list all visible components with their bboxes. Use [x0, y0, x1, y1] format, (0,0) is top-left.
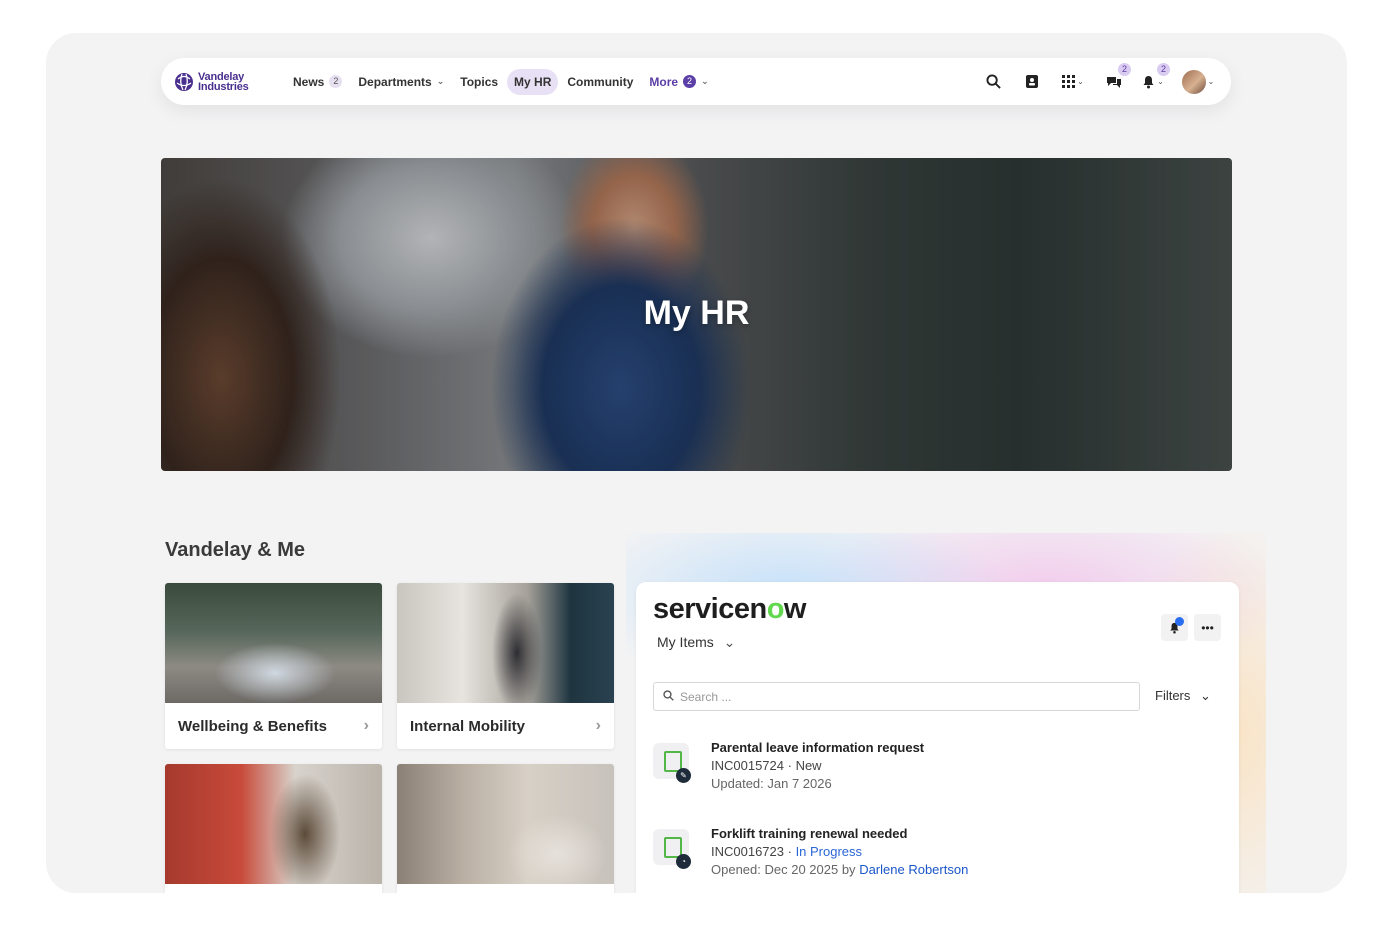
- nav-actions: ⌄ 2 ⌄ 2 ⌄: [982, 58, 1231, 105]
- filters-button[interactable]: Filters ⌄: [1155, 688, 1211, 704]
- nav-item-label: Community: [567, 74, 634, 89]
- nav-item-topics[interactable]: Topics: [453, 69, 505, 95]
- item-title: Parental leave information request: [711, 740, 925, 755]
- nav-item-label: Departments: [358, 74, 432, 89]
- card-image: [397, 583, 614, 703]
- chevron-down-icon: ⌄: [436, 76, 445, 86]
- chevron-down-icon: ⌄: [1077, 77, 1084, 86]
- item-person-link[interactable]: Darlene Robertson: [859, 862, 968, 877]
- item-status: New: [795, 758, 822, 773]
- request-icon: ◔: [653, 829, 691, 869]
- top-navigation: Vandelay Industries News 2 Departments ⌄…: [161, 58, 1231, 105]
- filters-label: Filters: [1155, 688, 1191, 703]
- card-label-row: Internal Mobility ›: [397, 703, 614, 749]
- search-icon: [663, 689, 674, 704]
- item-meta-prefix: Opened: Dec 20 2025 by: [711, 862, 856, 877]
- more-options-button[interactable]: •••: [1194, 614, 1221, 641]
- logo-text-part: w: [783, 593, 807, 625]
- page-frame: Vandelay Industries News 2 Departments ⌄…: [46, 33, 1347, 893]
- card-internal-mobility[interactable]: Internal Mobility ›: [397, 583, 614, 749]
- more-count-badge: 2: [683, 75, 697, 88]
- card-wellbeing-benefits[interactable]: Wellbeing & Benefits ›: [165, 583, 382, 749]
- chevron-down-icon: ⌄: [1207, 77, 1215, 86]
- contacts-button[interactable]: [1021, 71, 1043, 93]
- card-label-row: Wellbeing & Benefits ›: [165, 703, 382, 749]
- search-button[interactable]: [982, 71, 1004, 93]
- nav-item-label: News: [293, 74, 325, 89]
- edit-icon: ✎: [676, 768, 691, 783]
- servicenow-logo: servicenow: [653, 593, 806, 626]
- ellipsis-icon: •••: [1201, 620, 1214, 635]
- contact-book-icon: [1026, 75, 1038, 88]
- notification-count-badge: 2: [1157, 62, 1170, 76]
- request-icon: ✎: [653, 743, 691, 783]
- widget-actions: •••: [1155, 614, 1221, 641]
- grid-icon: [1062, 75, 1076, 88]
- logo-text-part: o: [766, 593, 785, 625]
- news-count-badge: 2: [329, 75, 343, 88]
- logo-line-2: Industries: [198, 80, 249, 93]
- logo-globe-icon: [175, 72, 193, 91]
- dropdown-label: My Items: [657, 634, 714, 650]
- item-title: Forklift training renewal needed: [711, 826, 908, 841]
- servicenow-widget: servicenow My Items ⌄ ••• Search ... Fil…: [636, 582, 1239, 893]
- nav-item-label: More: [649, 74, 679, 89]
- section-title: Vandelay & Me: [165, 539, 306, 561]
- item-text: Parental leave information request INC00…: [711, 739, 924, 793]
- user-menu-button[interactable]: ⌄: [1181, 69, 1215, 94]
- items-search-field[interactable]: Search ...: [653, 682, 1140, 711]
- widget-notifications-button[interactable]: [1161, 614, 1188, 641]
- notifications-button[interactable]: ⌄ 2: [1142, 62, 1170, 93]
- card-label-row: [397, 884, 614, 893]
- notification-dot: [1175, 617, 1184, 626]
- search-placeholder: Search ...: [680, 689, 732, 704]
- item-status-line: INC0016723 · In Progress: [711, 844, 863, 859]
- chevron-right-icon: ›: [595, 717, 601, 734]
- page-title: My HR: [643, 294, 750, 332]
- item-meta: Updated: Jan 7 2026: [711, 776, 832, 791]
- card-image: [397, 764, 614, 884]
- card-4[interactable]: [397, 764, 614, 893]
- card-3[interactable]: [165, 764, 382, 893]
- logo-text-part: servicen: [653, 593, 767, 625]
- nav-item-departments[interactable]: Departments ⌄: [351, 69, 451, 95]
- nav-item-my-hr[interactable]: My HR: [507, 68, 559, 95]
- item-number: INC0016723: [711, 844, 784, 859]
- nav-menu: News 2 Departments ⌄ Topics My HR Commun…: [286, 68, 718, 95]
- cart-icon: ◔: [676, 854, 691, 869]
- item-status-line: INC0015724 · New: [711, 758, 822, 773]
- card-image: [165, 583, 382, 703]
- hero-banner: My HR: [161, 158, 1232, 471]
- item-number: INC0015724: [711, 758, 784, 773]
- logo-line-1: Vandelay: [198, 70, 245, 83]
- chat-count-badge: 2: [1118, 62, 1131, 76]
- nav-item-label: Topics: [460, 74, 499, 89]
- nav-item-news[interactable]: News 2: [286, 69, 349, 95]
- nav-item-label: My HR: [514, 74, 552, 89]
- chat-button[interactable]: 2: [1103, 62, 1131, 93]
- card-title: Internal Mobility: [410, 717, 526, 735]
- card-image: [165, 764, 382, 884]
- chevron-down-icon: ⌄: [701, 76, 709, 86]
- search-icon: [985, 74, 1001, 89]
- item-meta: Opened: Dec 20 2025 by Darlene Robertson: [711, 861, 968, 879]
- nav-item-community[interactable]: Community: [560, 69, 640, 95]
- chevron-down-icon: ⌄: [1157, 77, 1164, 86]
- card-label-row: [165, 884, 382, 893]
- chevron-down-icon: ⌄: [1200, 688, 1211, 703]
- avatar: [1181, 69, 1206, 94]
- chevron-down-icon: ⌄: [723, 634, 736, 650]
- my-items-dropdown[interactable]: My Items ⌄: [657, 634, 735, 651]
- apps-launcher-button[interactable]: ⌄: [1060, 71, 1086, 93]
- brand-logo[interactable]: Vandelay Industries: [174, 70, 279, 93]
- item-status: In Progress: [795, 844, 863, 859]
- logo-text: Vandelay Industries: [198, 70, 249, 93]
- chat-bubbles-icon: [1107, 76, 1121, 88]
- item-text: Forklift training renewal needed INC0016…: [711, 825, 968, 879]
- chevron-right-icon: ›: [363, 717, 369, 734]
- nav-item-more[interactable]: More 2 ⌄: [642, 69, 715, 95]
- card-title: Wellbeing & Benefits: [178, 717, 327, 735]
- bell-icon: [1143, 75, 1154, 88]
